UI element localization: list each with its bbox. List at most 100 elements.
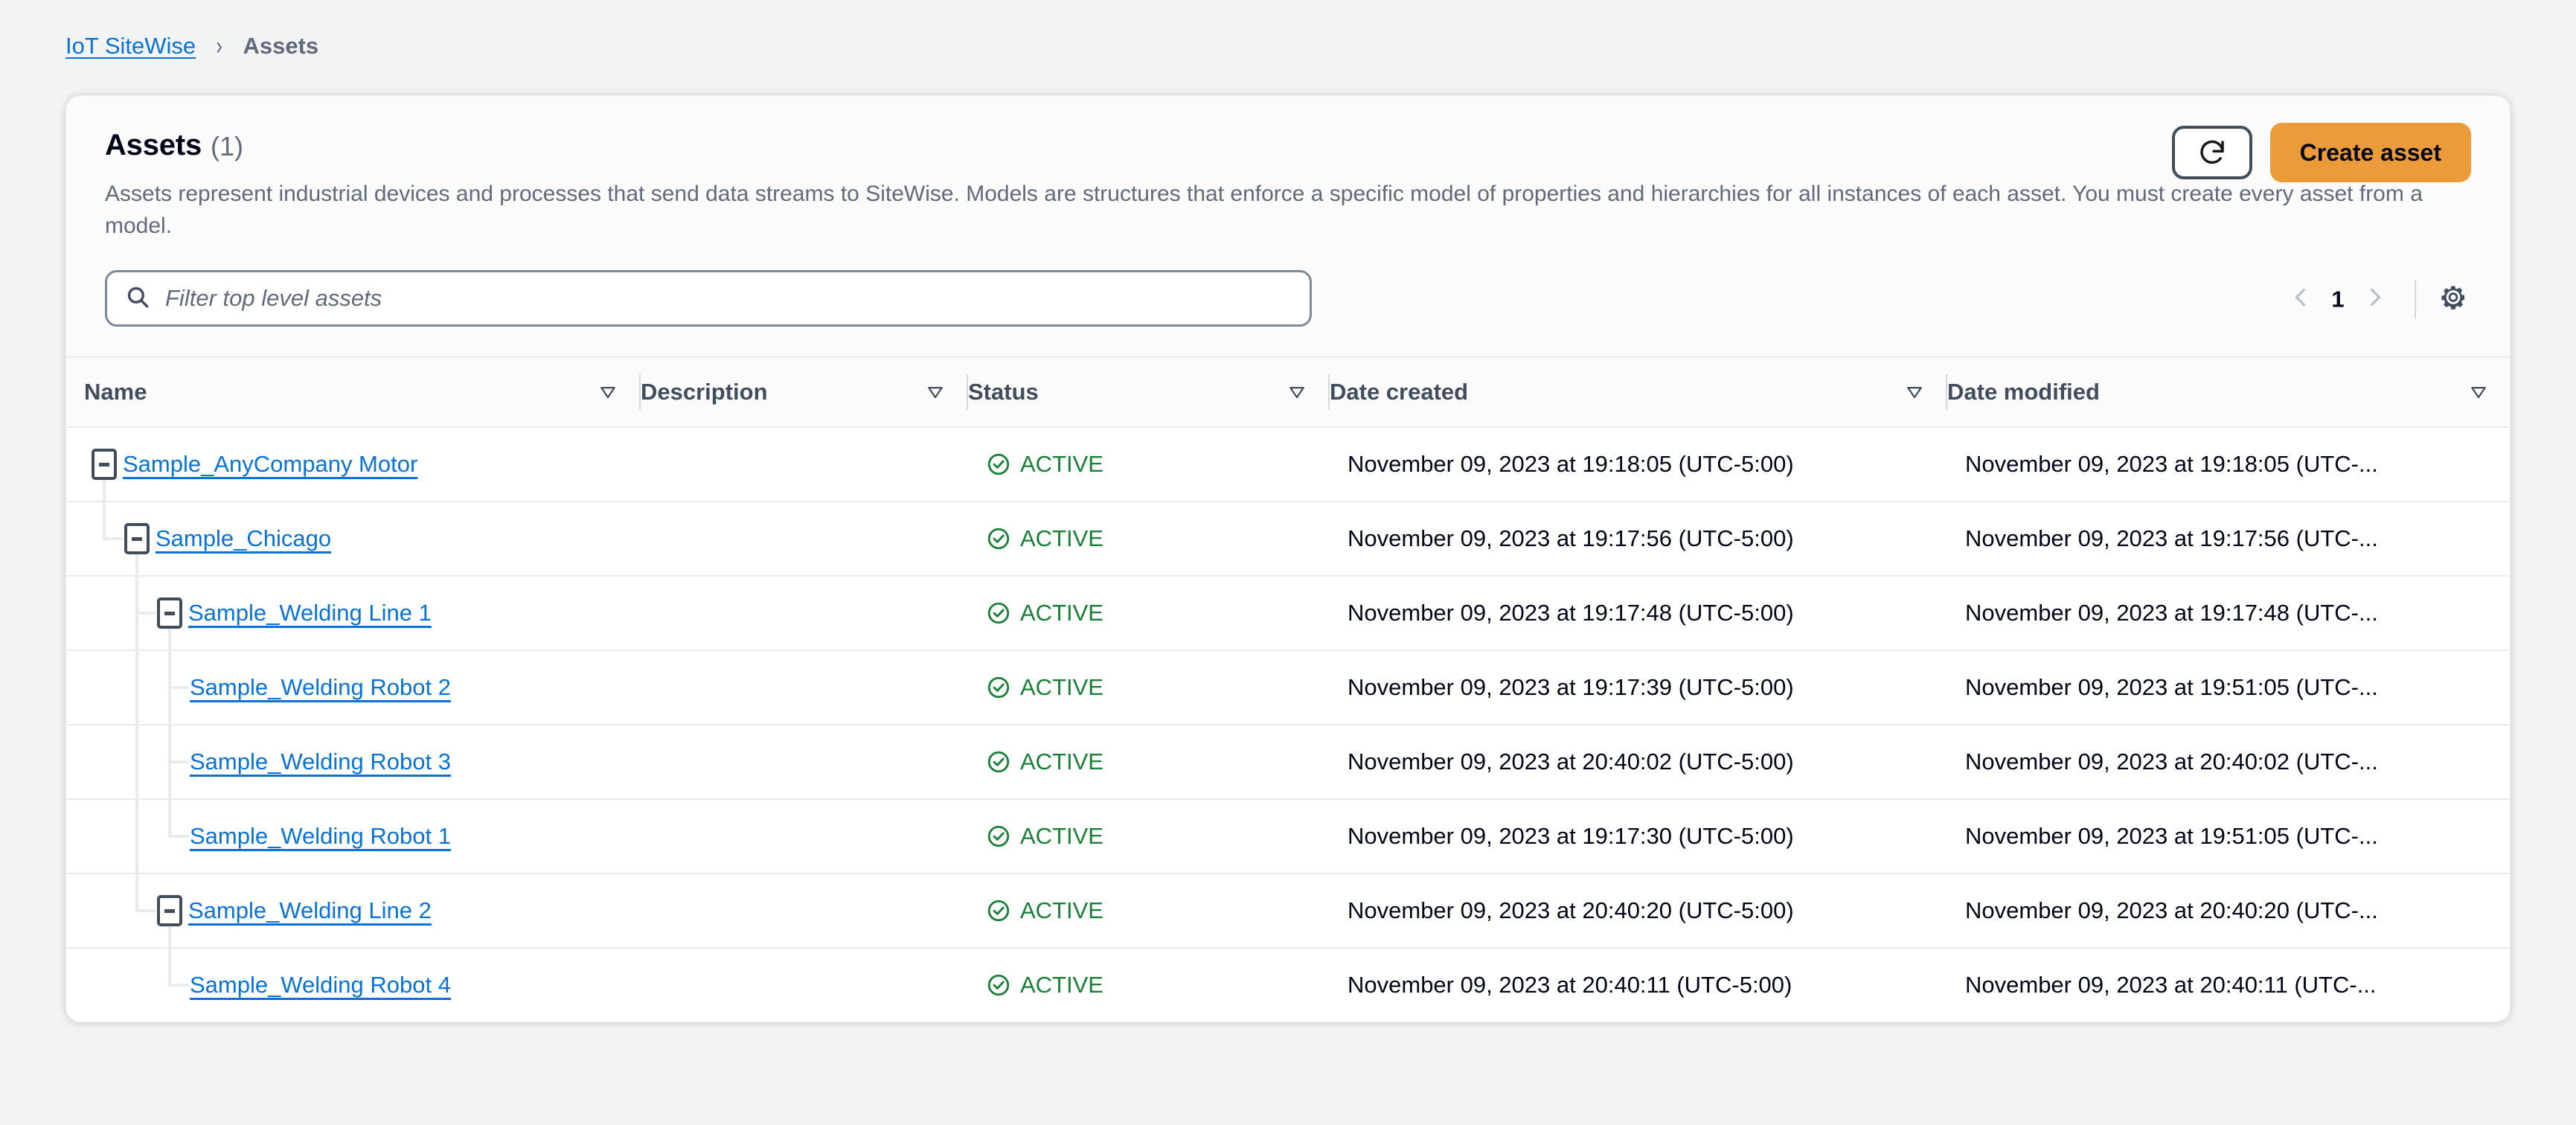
status-badge: ACTIVE: [986, 749, 1312, 775]
assets-table: Name Description Status Date created Date mo…: [66, 356, 2510, 1022]
check-circle-icon: [986, 452, 1011, 477]
status-badge: ACTIVE: [986, 897, 1312, 924]
breadcrumb-separator-icon: ›: [216, 31, 223, 60]
status-label: ACTIVE: [1020, 600, 1103, 626]
status-badge: ACTIVE: [986, 972, 1312, 999]
cell-date-created: November 09, 2023 at 20:40:20 (UTC-5:00): [1330, 874, 1947, 949]
cell-date-created: November 09, 2023 at 20:40:02 (UTC-5:00): [1330, 725, 1947, 801]
tree-gutter: [66, 800, 190, 873]
table-row: Sample_Welding Line 1 ACTIVE November 09, …: [66, 576, 2510, 652]
cell-status: ACTIVE: [968, 427, 1330, 503]
tree-collapse-toggle[interactable]: [124, 523, 150, 555]
column-header-name[interactable]: Name: [66, 356, 641, 429]
table-row: Sample_Welding Line 2 ACTIVE November 09, …: [66, 874, 2510, 949]
chevron-right-icon: [2364, 284, 2386, 315]
tree-gutter: [66, 874, 171, 947]
cell-name: Sample_Welding Line 2: [66, 874, 641, 949]
create-asset-button[interactable]: Create asset: [2269, 123, 2471, 182]
column-header-status[interactable]: Status: [968, 356, 1330, 429]
column-header-date-modified[interactable]: Date modified: [1947, 356, 2510, 429]
asset-name-link[interactable]: Sample_AnyCompany Motor: [123, 451, 417, 478]
check-circle-icon: [986, 972, 1011, 998]
cell-date-modified: November 09, 2023 at 20:40:20 (UTC-...: [1947, 874, 2510, 949]
check-circle-icon: [986, 749, 1011, 775]
assets-card: Assets (1) Create asset Assets represent…: [65, 95, 2511, 1023]
cell-description: [641, 650, 968, 726]
status-label: ACTIVE: [1020, 749, 1103, 775]
cell-name: Sample_Welding Line 1: [66, 576, 641, 652]
search-icon: [125, 284, 150, 313]
sort-descending-icon[interactable]: [597, 382, 618, 403]
table-row: Sample_Chicago ACTIVE November 09, 2023 at…: [66, 501, 2510, 577]
sort-descending-icon[interactable]: [2468, 382, 2489, 403]
search-input[interactable]: [164, 284, 1292, 313]
cell-date-modified: November 09, 2023 at 20:40:11 (UTC-...: [1947, 948, 2510, 1022]
cell-status: ACTIVE: [968, 650, 1330, 726]
cell-name: Sample_Welding Robot 1: [66, 799, 641, 875]
chevron-left-icon: [2290, 284, 2312, 315]
tree-collapse-toggle[interactable]: [92, 449, 117, 481]
column-header-label: Date modified: [1947, 379, 2100, 406]
cell-description: [641, 576, 968, 652]
pagination-divider: [2415, 280, 2416, 319]
column-header-date-created[interactable]: Date created: [1330, 356, 1947, 429]
status-badge: ACTIVE: [986, 674, 1312, 701]
cell-description: [641, 725, 968, 801]
pagination-page-1[interactable]: 1: [2321, 286, 2355, 312]
cell-name: Sample_AnyCompany Motor: [66, 427, 641, 503]
table-row: Sample_Welding Robot 3 ACTIVE November 09,…: [66, 725, 2510, 801]
cell-description: [641, 799, 968, 875]
cell-status: ACTIVE: [968, 799, 1330, 875]
tree-gutter: [66, 428, 106, 501]
asset-name-link[interactable]: Sample_Welding Line 2: [188, 897, 432, 924]
cell-name: Sample_Welding Robot 4: [66, 948, 641, 1022]
table-body: Sample_AnyCompany Motor ACTIVE November 09…: [66, 427, 2510, 1022]
page-title-text: Assets: [105, 129, 202, 161]
column-header-label: Description: [641, 379, 768, 406]
cell-name: Sample_Chicago: [66, 501, 641, 577]
filter-row: 1: [66, 242, 2510, 356]
cell-date-created: November 09, 2023 at 19:17:48 (UTC-5:00): [1330, 576, 1947, 652]
asset-name-link[interactable]: Sample_Welding Robot 3: [190, 749, 451, 775]
cell-date-created: November 09, 2023 at 19:17:56 (UTC-5:00): [1330, 501, 1947, 577]
status-badge: ACTIVE: [986, 600, 1312, 626]
table-preferences-button[interactable]: [2435, 280, 2471, 319]
cell-date-modified: November 09, 2023 at 19:17:56 (UTC-...: [1947, 501, 2510, 577]
status-label: ACTIVE: [1020, 897, 1103, 924]
cell-name: Sample_Welding Robot 2: [66, 650, 641, 726]
asset-name-link[interactable]: Sample_Welding Robot 4: [190, 972, 451, 999]
sort-descending-icon[interactable]: [925, 382, 946, 403]
status-label: ACTIVE: [1020, 674, 1103, 701]
asset-name-link[interactable]: Sample_Welding Robot 1: [190, 823, 451, 850]
cell-status: ACTIVE: [968, 501, 1330, 577]
asset-name-link[interactable]: Sample_Chicago: [156, 525, 331, 552]
sort-descending-icon[interactable]: [1904, 382, 1925, 403]
column-header-label: Status: [968, 379, 1039, 406]
card-header: Assets (1) Create asset Assets represent…: [66, 96, 2510, 242]
breadcrumb-link-iot-sitewise[interactable]: IoT SiteWise: [65, 33, 196, 60]
cell-description: [641, 948, 968, 1022]
tree-collapse-toggle[interactable]: [157, 597, 182, 629]
refresh-button[interactable]: [2171, 126, 2252, 179]
cell-status: ACTIVE: [968, 874, 1330, 949]
tree-collapse-toggle[interactable]: [157, 895, 182, 927]
tree-gutter: [66, 502, 138, 575]
pagination-next-button[interactable]: [2355, 280, 2395, 319]
asset-name-link[interactable]: Sample_Welding Robot 2: [190, 674, 451, 701]
cell-date-created: November 09, 2023 at 19:18:05 (UTC-5:00): [1330, 427, 1947, 503]
sort-descending-icon[interactable]: [1287, 382, 1307, 403]
cell-status: ACTIVE: [968, 948, 1330, 1022]
check-circle-icon: [986, 526, 1011, 551]
pagination: 1: [2281, 280, 2471, 319]
status-label: ACTIVE: [1020, 823, 1103, 850]
asset-name-link[interactable]: Sample_Welding Line 1: [188, 600, 432, 626]
pagination-prev-button[interactable]: [2281, 280, 2321, 319]
check-circle-icon: [986, 824, 1011, 849]
column-header-description[interactable]: Description: [641, 356, 968, 429]
column-header-label: Name: [84, 379, 147, 406]
search-box[interactable]: [105, 270, 1312, 327]
page-title: Assets (1): [105, 129, 2471, 162]
cell-description: [641, 874, 968, 949]
cell-status: ACTIVE: [968, 576, 1330, 652]
status-label: ACTIVE: [1020, 525, 1103, 552]
